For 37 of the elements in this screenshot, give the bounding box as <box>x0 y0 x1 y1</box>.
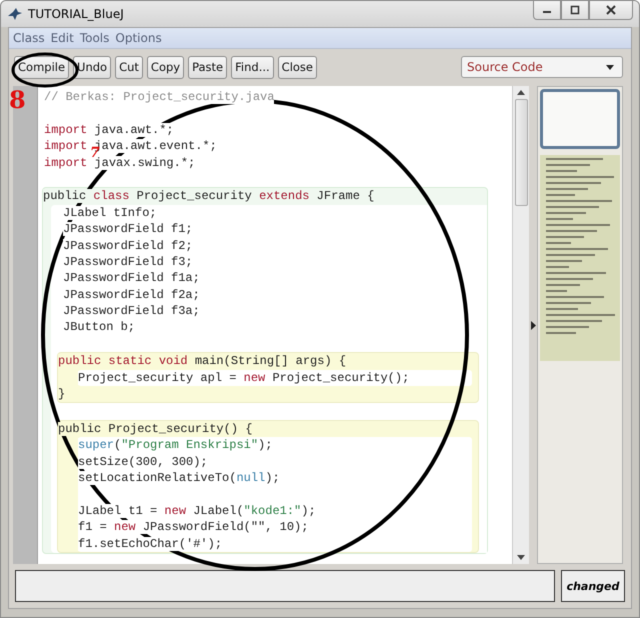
menu-item[interactable]: Class <box>13 31 45 45</box>
code-line: public class Project_security extends JFrame { <box>43 188 374 205</box>
toolbar-button[interactable]: Paste <box>188 56 228 78</box>
caret-icon <box>606 64 614 70</box>
scrollbar-thumb[interactable] <box>514 99 528 206</box>
scroll-down-icon[interactable] <box>517 555 525 560</box>
vertical-scrollbar[interactable] <box>512 86 529 564</box>
close-button[interactable] <box>589 1 633 20</box>
minimize-button[interactable] <box>533 1 561 20</box>
menu-item[interactable]: Options <box>115 31 162 45</box>
toolbar-button[interactable]: Close <box>278 56 317 78</box>
status-label: changed <box>561 570 625 602</box>
close-icon <box>606 5 616 15</box>
closing-brace: } <box>58 386 66 402</box>
annotation-ellipse <box>12 52 78 88</box>
maximize-icon <box>570 5 580 15</box>
toolbar-button[interactable]: Undo <box>73 56 112 78</box>
code-line: f1 = new JPasswordField("", 10); <box>78 519 308 536</box>
code-line: JLabel t1 = new JLabel("kode1:"); <box>78 502 316 520</box>
annotation-number: 8 <box>9 87 26 113</box>
window-title: TUTORIAL_BlueJ <box>28 7 124 21</box>
menu-item[interactable]: Tools <box>80 31 110 45</box>
expand-arrow-icon[interactable] <box>530 320 536 330</box>
minimap-drawing[interactable] <box>537 86 623 564</box>
view-dropdown[interactable]: Source Code <box>461 56 623 78</box>
toolbar-button[interactable]: Copy <box>146 56 184 78</box>
toolbar-button[interactable]: Cut <box>115 56 143 78</box>
code-line: public static void main(String[] args) { <box>58 353 346 370</box>
code-line: import java.awt.*; <box>44 122 174 138</box>
menu-item[interactable]: Edit <box>50 31 74 45</box>
toolbar-button[interactable]: Find... <box>231 56 274 78</box>
code-line: Project_security apl = new Project_security(); <box>78 370 410 386</box>
scroll-up-icon[interactable] <box>517 90 525 95</box>
code-line: import javax.swing.*; <box>44 156 196 171</box>
maximize-button[interactable] <box>561 1 589 20</box>
code-line: setLocationRelativeTo(null); <box>78 470 280 486</box>
toolbar-button[interactable]: Compile <box>14 56 70 78</box>
